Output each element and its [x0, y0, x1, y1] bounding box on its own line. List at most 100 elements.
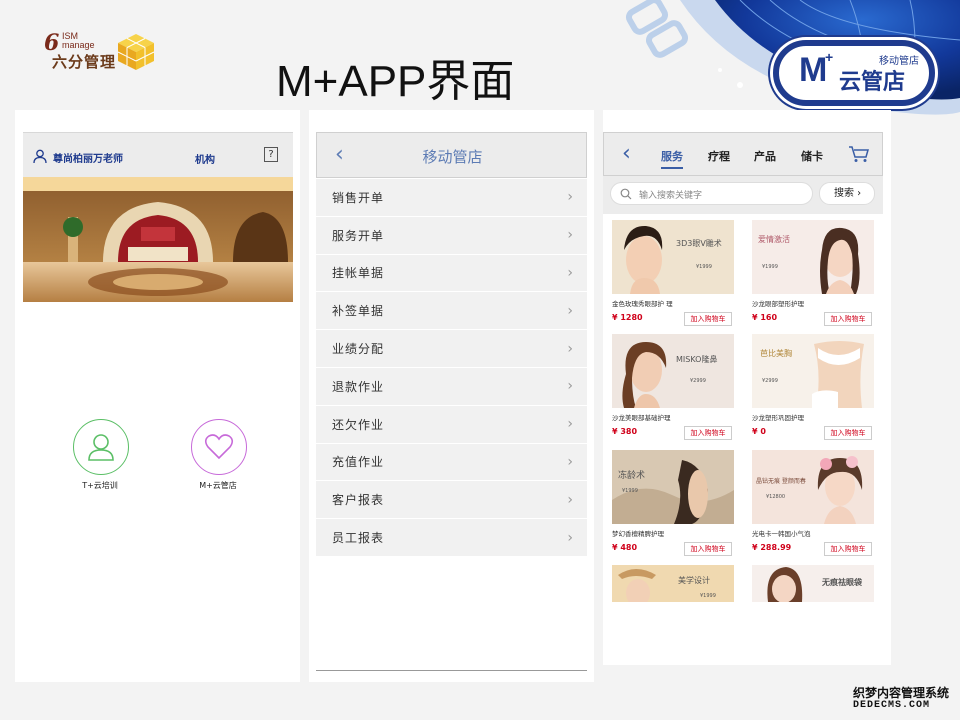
cart-icon[interactable] — [848, 145, 870, 163]
menu-label: 业绩分配 — [332, 342, 385, 357]
product-header: ‹ 服务 疗程 产品 储卡 — [603, 132, 883, 176]
menu-item-repay-debt[interactable]: 还欠作业 › — [316, 405, 587, 444]
search-input[interactable]: 输入搜索关键字 — [610, 182, 813, 205]
product-price: ¥ 380 — [612, 427, 638, 436]
search-icon — [620, 188, 632, 200]
product-name: 沙龙眼部塑形护理 — [752, 300, 804, 308]
promo-price: ¥1999 — [696, 264, 712, 270]
product-image: 美学设计 ¥1999 — [612, 565, 734, 602]
tab-services[interactable]: 服务 — [661, 148, 683, 169]
promo-text: MISKO隆鼻 — [676, 355, 718, 364]
chevron-right-icon: › — [567, 416, 573, 433]
product-price: ¥ 0 — [752, 427, 766, 436]
product-card[interactable]: 美学设计 ¥1999 — [612, 565, 734, 602]
menu-label: 退款作业 — [332, 379, 385, 394]
promo-price: ¥1999 — [762, 264, 778, 270]
product-card[interactable]: 芭比美胸 ¥2999 沙龙塑形巩固护理 ¥ 0 加入购物车 — [752, 334, 874, 440]
menu-label: 补签单据 — [332, 304, 385, 319]
divider — [316, 670, 587, 671]
menu-label: 挂帐单据 — [332, 266, 385, 281]
search-button[interactable]: 搜索 › — [819, 182, 875, 205]
promo-text: 3D3眼V雕术 — [676, 239, 722, 248]
product-list-screen: ‹ 服务 疗程 产品 储卡 输入搜索关键字 搜索 › 3D3眼V雕术 ¥1999… — [603, 110, 891, 665]
watermark-url: DEDECMS.COM — [853, 700, 931, 711]
promo-text: 晶钻无痕 登颜而春 — [756, 478, 806, 485]
menu-label: 还欠作业 — [332, 417, 385, 432]
m-cloud-store-button[interactable] — [191, 419, 247, 475]
chevron-right-icon: › — [567, 302, 573, 319]
product-price: ¥ 480 — [612, 543, 638, 552]
menu-item-recharge[interactable]: 充值作业 › — [316, 443, 587, 482]
promo-price: ¥2999 — [690, 378, 706, 384]
product-name: 光电卡一韩国小气泡 — [752, 530, 811, 538]
chevron-right-icon: › — [567, 264, 573, 281]
product-price: ¥ 1280 — [612, 313, 643, 322]
product-image: 无痕祛眼袋 — [752, 565, 874, 602]
tab-courses[interactable]: 疗程 — [708, 148, 730, 164]
add-to-cart-button[interactable]: 加入购物车 — [824, 312, 872, 326]
add-to-cart-button[interactable]: 加入购物车 — [684, 312, 732, 326]
product-name: 沙龙美眼部基础护理 — [612, 414, 671, 422]
store-lobby-photo — [23, 177, 293, 302]
menu-item-customer-report[interactable]: 客户报表 › — [316, 481, 587, 520]
menu-item-sales-order[interactable]: 销售开单 › — [316, 179, 587, 217]
product-image: 冻龄术 ¥1999 — [612, 450, 734, 524]
tab-stored-cards[interactable]: 储卡 — [801, 148, 823, 164]
person-icon — [88, 434, 114, 461]
product-price: ¥ 288.99 — [752, 543, 792, 552]
screen-title: 移动管店 — [422, 148, 483, 166]
chevron-right-icon: › — [567, 227, 573, 244]
menu-item-service-order[interactable]: 服务开单 › — [316, 216, 587, 255]
promo-text: 芭比美胸 — [760, 349, 792, 358]
product-image: 3D3眼V雕术 ¥1999 — [612, 220, 734, 294]
add-to-cart-button[interactable]: 加入购物车 — [824, 542, 872, 556]
search-placeholder: 输入搜索关键字 — [639, 191, 703, 201]
add-to-cart-button[interactable]: 加入购物车 — [684, 542, 732, 556]
product-name: 金色玫瑰秀眼部护 理 — [612, 300, 673, 308]
promo-price: ¥2999 — [762, 378, 778, 384]
menu-item-credit-bills[interactable]: 挂帐单据 › — [316, 254, 587, 293]
product-card[interactable]: 晶钻无痕 登颜而春 ¥12800 光电卡一韩国小气泡 ¥ 288.99 加入购物… — [752, 450, 874, 556]
menu-item-staff-report[interactable]: 员工报表 › — [316, 519, 587, 557]
user-name[interactable]: 尊尚柏丽万老师 — [53, 150, 123, 165]
product-image: 爱情激活 ¥1999 — [752, 220, 874, 294]
promo-text: 无痕祛眼袋 — [822, 578, 862, 587]
add-to-cart-button[interactable]: 加入购物车 — [684, 426, 732, 440]
help-icon[interactable]: ? — [264, 147, 278, 162]
product-card[interactable]: MISKO隆鼻 ¥2999 沙龙美眼部基础护理 ¥ 380 加入购物车 — [612, 334, 734, 440]
menu-item-performance-allocation[interactable]: 业绩分配 › — [316, 330, 587, 368]
logo-big-text: 云管店 — [839, 70, 906, 95]
search-bar: 输入搜索关键字 搜索 › — [603, 176, 883, 214]
menu-label: 服务开单 — [332, 228, 385, 243]
company-logo: 6 ISM manage 六分管理 — [44, 30, 164, 76]
logo-ism: ISM manage — [62, 31, 95, 50]
product-image: MISKO隆鼻 ¥2999 — [612, 334, 734, 408]
logo-m: M — [799, 51, 828, 89]
product-name: 梦幻香檀精脾护理 — [612, 530, 664, 538]
menu-item-refund[interactable]: 退款作业 › — [316, 367, 587, 406]
logo-plus: + — [825, 49, 834, 65]
promo-text: 冻龄术 — [618, 471, 646, 481]
home-screen: 尊尚柏丽万老师 机构 ? T+云培训 M+云管店 — [15, 110, 300, 682]
watermark-text: 织梦内容管理系统 — [853, 686, 950, 700]
org-link[interactable]: 机构 — [195, 151, 215, 166]
t-cloud-training-button[interactable] — [73, 419, 129, 475]
logo-text: 六分管理 — [52, 53, 117, 71]
t-cloud-training-label: T+云培训 — [82, 481, 118, 490]
product-card[interactable]: 爱情激活 ¥1999 沙龙眼部塑形护理 ¥ 160 加入购物车 — [752, 220, 874, 326]
chevron-right-icon: › — [567, 189, 573, 206]
tab-products[interactable]: 产品 — [754, 148, 776, 164]
product-card[interactable]: 冻龄术 ¥1999 梦幻香檀精脾护理 ¥ 480 加入购物车 — [612, 450, 734, 556]
add-to-cart-button[interactable]: 加入购物车 — [824, 426, 872, 440]
product-image: 晶钻无痕 登颜而春 ¥12800 — [752, 450, 874, 524]
mobile-store-menu-screen: ‹ 移动管店 销售开单 › 服务开单 › 挂帐单据 › 补签单据 › 业绩分配 › 退款作… — [309, 110, 594, 682]
m-cloud-store-logo: M + 移动管店 云管店 — [773, 40, 935, 106]
back-icon[interactable]: ‹ — [622, 141, 631, 166]
product-name: 沙龙塑形巩固护理 — [752, 414, 804, 422]
promo-price: ¥1999 — [622, 488, 638, 494]
product-card[interactable]: 3D3眼V雕术 ¥1999 金色玫瑰秀眼部护 理 ¥ 1280 加入购物车 — [612, 220, 734, 326]
product-price: ¥ 160 — [752, 313, 778, 322]
menu-item-resign-bills[interactable]: 补签单据 › — [316, 292, 587, 331]
product-card[interactable]: 无痕祛眼袋 — [752, 565, 874, 602]
promo-price: ¥1999 — [700, 593, 716, 599]
